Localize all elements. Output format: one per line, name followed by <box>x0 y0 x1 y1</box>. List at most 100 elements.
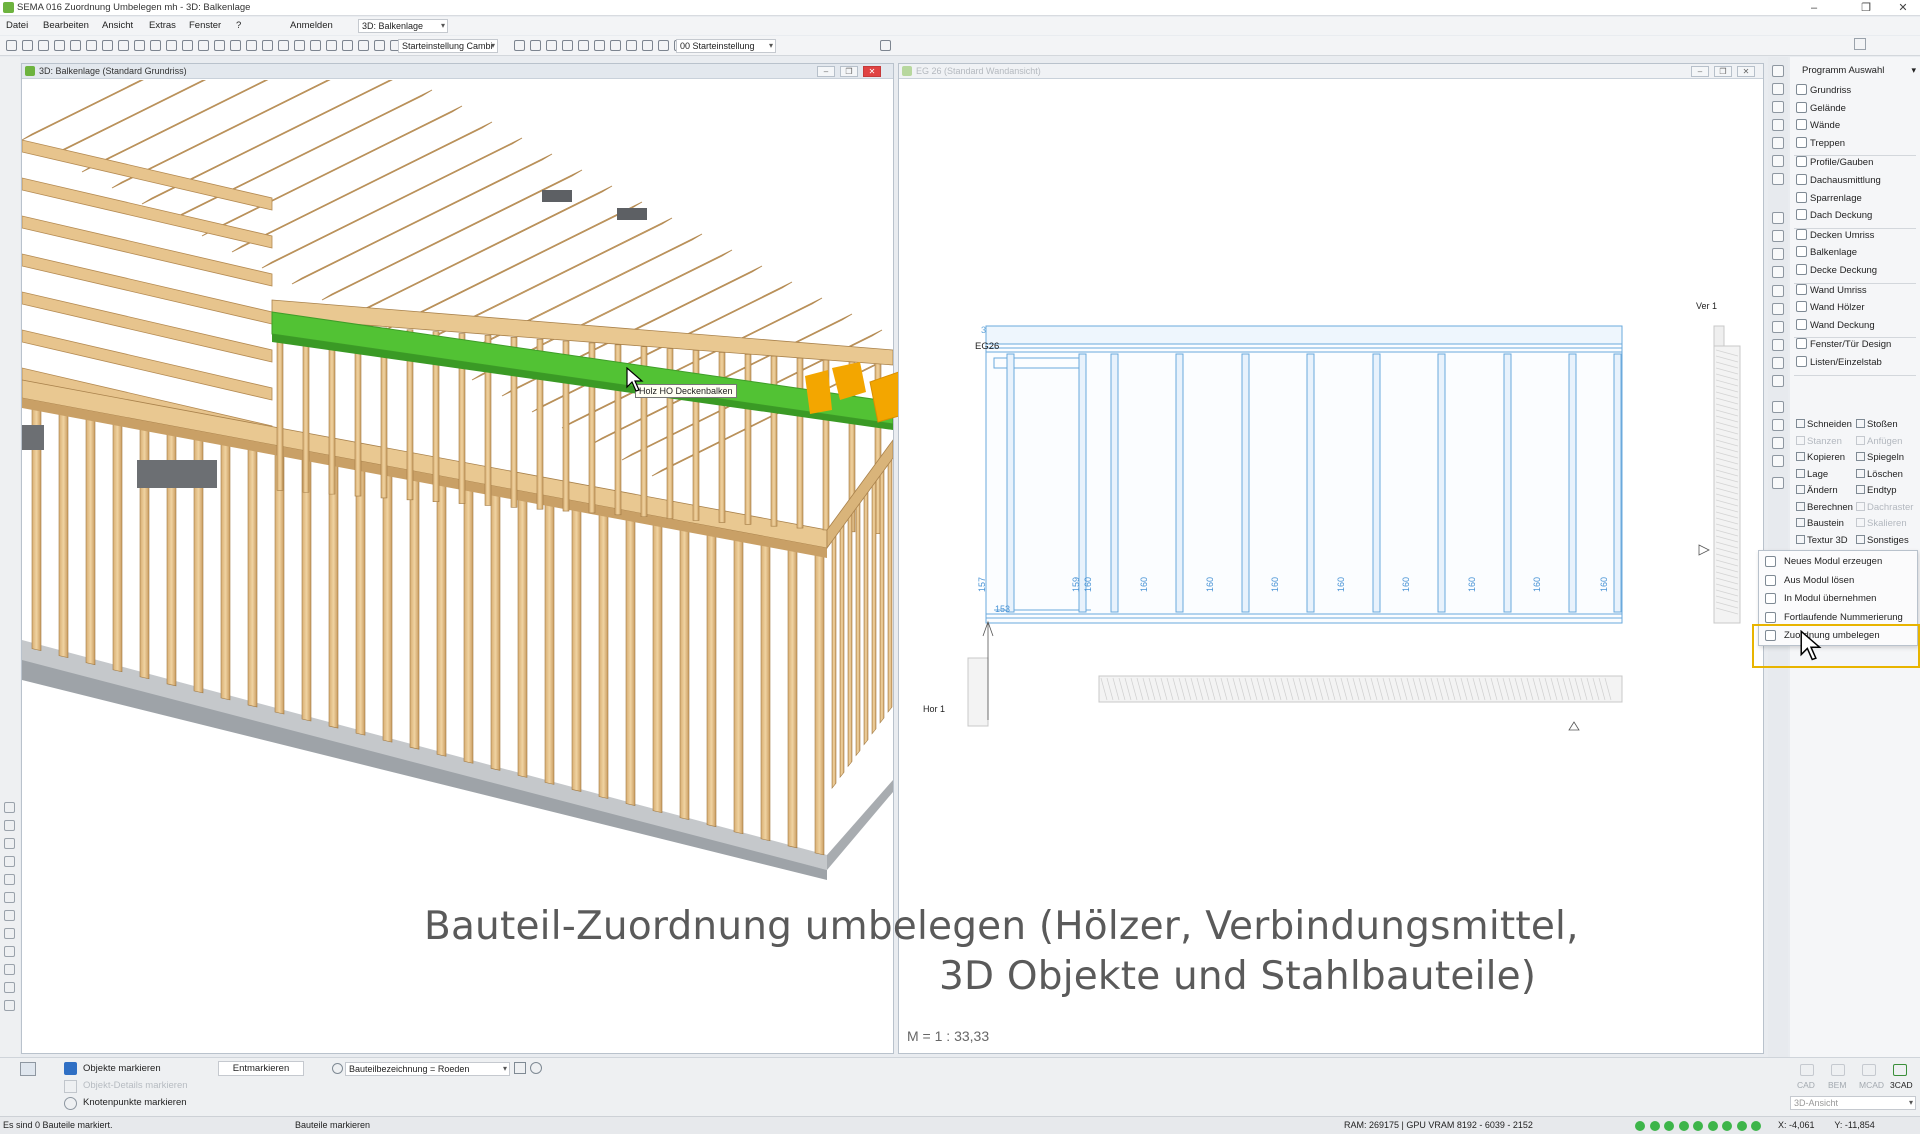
menu-anmelden[interactable]: Anmelden <box>290 20 333 31</box>
mode-mcad-label[interactable]: MCAD <box>1859 1080 1884 1090</box>
close-button[interactable]: ✕ <box>1893 1 1913 15</box>
toolbar-tool-icon[interactable] <box>294 40 305 51</box>
module-shortcut-icon[interactable] <box>1772 339 1784 351</box>
toolbar-tool-icon[interactable] <box>642 40 653 51</box>
module-shortcut-icon[interactable] <box>1772 303 1784 315</box>
layer-combo[interactable]: 00 Starteinstellung <box>676 39 776 53</box>
program-item-profile-gauben[interactable]: Profile/Gauben <box>1796 156 1873 170</box>
grid-icon[interactable] <box>4 874 15 885</box>
angle-icon[interactable] <box>4 964 15 975</box>
menu-ansicht[interactable]: Ansicht <box>102 20 133 31</box>
module-shortcut-icon[interactable] <box>1772 137 1784 149</box>
menu-fenster[interactable]: Fenster <box>189 20 221 31</box>
program-item-listen-einzelstab[interactable]: Listen/Einzelstab <box>1796 356 1882 370</box>
mark-details-option[interactable]: Objekt-Details markieren <box>83 1080 188 1091</box>
pin-icon[interactable] <box>4 802 15 813</box>
node-icon[interactable] <box>4 856 15 867</box>
toolbar-tool-icon[interactable] <box>610 40 621 51</box>
mark-nodes-option[interactable]: Knotenpunkte markieren <box>83 1097 187 1108</box>
toolbar-tool-icon[interactable] <box>198 40 209 51</box>
module-shortcut-icon[interactable] <box>1772 375 1784 387</box>
maximize-button[interactable]: ❐ <box>1856 1 1876 15</box>
toolbar-tool-icon[interactable] <box>374 40 385 51</box>
panel-3d-close-button[interactable]: ✕ <box>863 66 881 77</box>
tool-dachraster[interactable]: Dachraster <box>1856 501 1913 513</box>
toolbar-tool-icon[interactable] <box>166 40 177 51</box>
toolbar-tool-icon[interactable] <box>134 40 145 51</box>
module-shortcut-icon[interactable] <box>1772 101 1784 113</box>
program-item-wand-deckung[interactable]: Wand Deckung <box>1796 318 1875 333</box>
panel-3d-maximize-button[interactable]: ❐ <box>840 66 858 77</box>
module-shortcut-icon[interactable] <box>1772 248 1784 260</box>
module-shortcut-icon[interactable] <box>1772 437 1784 449</box>
mode-mcad-icon[interactable] <box>1862 1064 1876 1076</box>
unmark-button[interactable]: Entmarkieren <box>218 1061 304 1076</box>
toolbar-tool-icon[interactable] <box>262 40 273 51</box>
filter-combo[interactable]: Bauteilbezeichnung = Roeden <box>345 1062 510 1076</box>
module-shortcut-icon[interactable] <box>1772 419 1784 431</box>
menu-new-module[interactable]: Neues Modul erzeugen <box>1784 556 1882 567</box>
module-shortcut-icon[interactable] <box>1772 119 1784 131</box>
mark-objects-option[interactable]: Objekte markieren <box>83 1063 161 1074</box>
trace-icon[interactable] <box>4 1000 15 1011</box>
tool-endtyp[interactable]: Endtyp <box>1856 485 1897 496</box>
module-shortcut-icon[interactable] <box>1772 285 1784 297</box>
tool-baustein[interactable]: Baustein <box>1796 518 1844 529</box>
menu-datei[interactable]: Datei <box>6 20 28 31</box>
toolbar-tool-icon[interactable] <box>246 40 257 51</box>
menu-release-module[interactable]: Aus Modul lösen <box>1784 575 1854 586</box>
search-icon[interactable] <box>332 1063 343 1074</box>
program-item-treppen[interactable]: Treppen <box>1796 136 1845 151</box>
mode-cad-label[interactable]: CAD <box>1797 1080 1815 1090</box>
module-shortcut-icon[interactable] <box>1772 83 1784 95</box>
toolbar-tool-icon[interactable] <box>658 40 669 51</box>
program-item-dach-deckung[interactable]: Dach Deckung <box>1796 209 1872 223</box>
menu-apply-module[interactable]: In Modul übernehmen <box>1784 593 1876 604</box>
toolbar-tool-icon[interactable] <box>150 40 161 51</box>
program-item-wände[interactable]: Wände <box>1796 119 1840 133</box>
toolbar-tool-icon[interactable] <box>86 40 97 51</box>
mode-bem-label[interactable]: BEM <box>1828 1080 1846 1090</box>
toolbar-tool-icon[interactable] <box>626 40 637 51</box>
toolbar-tool-icon[interactable] <box>6 40 17 51</box>
chevron-down-icon[interactable]: ▾ <box>1911 65 1916 76</box>
toolbar-tool-icon[interactable] <box>578 40 589 51</box>
snap-icon[interactable] <box>4 838 15 849</box>
mode-3cad-label[interactable]: 3CAD <box>1890 1080 1913 1090</box>
program-item-sparrenlage[interactable]: Sparrenlage <box>1796 191 1862 206</box>
toolbar-tool-icon[interactable] <box>514 40 525 51</box>
tool-ändern[interactable]: Ändern <box>1796 485 1838 496</box>
module-shortcut-icon[interactable] <box>1772 266 1784 278</box>
measure-icon[interactable] <box>4 928 15 939</box>
toolbar-tool-icon[interactable] <box>214 40 225 51</box>
select-objects-icon[interactable] <box>64 1062 77 1075</box>
toolbar-tool-icon[interactable] <box>70 40 81 51</box>
layers-icon[interactable] <box>20 1062 36 1076</box>
tool-skalieren[interactable]: Skalieren <box>1856 518 1907 529</box>
view-combo[interactable]: 3D: Balkenlage <box>358 19 448 33</box>
program-item-decke-deckung[interactable]: Decke Deckung <box>1796 264 1877 278</box>
pin-panel-icon[interactable] <box>1854 38 1866 50</box>
toolbar-tool-icon[interactable] <box>546 40 557 51</box>
toolbar-tool-icon[interactable] <box>22 40 33 51</box>
toolbar-tool-icon[interactable] <box>278 40 289 51</box>
module-shortcut-icon[interactable] <box>1772 212 1784 224</box>
program-item-wand-umriss[interactable]: Wand Umriss <box>1796 283 1867 298</box>
toolbar-tool-icon[interactable] <box>38 40 49 51</box>
menu-help[interactable]: ? <box>236 20 241 31</box>
module-shortcut-icon[interactable] <box>1772 357 1784 369</box>
mode-bem-icon[interactable] <box>1831 1064 1845 1076</box>
module-shortcut-icon[interactable] <box>1772 321 1784 333</box>
module-shortcut-icon[interactable] <box>1772 155 1784 167</box>
layer-icon[interactable] <box>4 820 15 831</box>
panel-3d-minimize-button[interactable]: ‒ <box>817 66 835 77</box>
tool-spiegeln[interactable]: Spiegeln <box>1856 452 1904 463</box>
panel-wall-maximize-button[interactable]: ❐ <box>1714 66 1732 77</box>
toolbar-tool-icon[interactable] <box>230 40 241 51</box>
toolbar-tool-icon[interactable] <box>118 40 129 51</box>
menu-numbering[interactable]: Fortlaufende Nummerierung <box>1784 612 1903 623</box>
toolbar-tool-icon[interactable] <box>326 40 337 51</box>
tool-lage[interactable]: Lage <box>1796 468 1828 480</box>
toolbar-tool-icon[interactable] <box>342 40 353 51</box>
program-item-decken-umriss[interactable]: Decken Umriss <box>1796 228 1874 243</box>
